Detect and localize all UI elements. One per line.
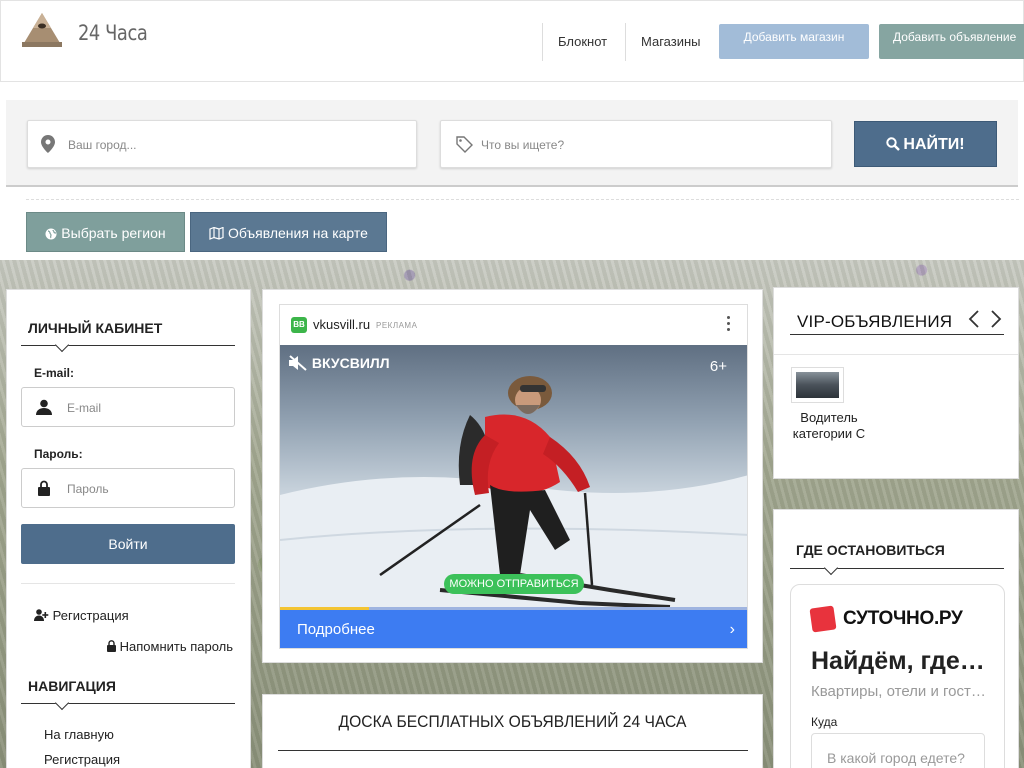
stay-panel: Где остановиться СУТОЧНО.РУ Найдём, где … (773, 509, 1019, 768)
stay-title: Где остановиться (796, 542, 945, 558)
register-link-label: Регистрация (52, 608, 129, 623)
nav-divider (625, 23, 626, 61)
ad-favicon: ВВ (291, 317, 307, 333)
map-icon (209, 226, 224, 240)
location-pin-icon (41, 135, 55, 153)
title-rule (21, 703, 235, 704)
ad-brand-name: ВКУСВИЛЛ (288, 355, 390, 371)
skier-illustration (280, 376, 747, 607)
city-placeholder: Ваш город... (68, 138, 137, 152)
add-shop-button[interactable]: Добавить магазин (719, 24, 869, 59)
mute-icon (289, 355, 307, 371)
query-placeholder: Что вы ищете? (481, 138, 565, 152)
lock-icon (107, 640, 116, 652)
email-label: E-mail: (34, 366, 75, 380)
nav-home-link[interactable]: На главную (44, 727, 114, 742)
account-panel: Личный кабинет E-mail: E-mail Пароль: Па… (6, 289, 251, 768)
search-button[interactable]: НАЙТИ! (854, 121, 997, 167)
lock-icon (38, 480, 50, 496)
stay-heading: Найдём, где остановиться (811, 647, 989, 675)
nav-notebook-link[interactable]: Блокнот (558, 34, 607, 49)
where-label: Куда (811, 715, 838, 729)
where-input[interactable]: В какой город едете? (811, 733, 985, 768)
email-placeholder: E-mail (67, 401, 102, 415)
city-input[interactable]: Ваш город... (27, 120, 417, 168)
vip-item-thumbnail[interactable] (791, 367, 844, 403)
remind-password-link[interactable]: Напомнить пароль (107, 639, 233, 654)
tags-icon (456, 136, 473, 153)
title-rule (21, 345, 235, 346)
select-region-label: Выбрать регион (61, 225, 166, 241)
nav-shops-link[interactable]: Магазины (641, 34, 701, 49)
board-title: ДОСКА БЕСПЛАТНЫХ ОБЪЯВЛЕНИЙ 24 ЧАСА (338, 712, 687, 731)
chevron-right-icon[interactable] (990, 310, 1002, 334)
title-rule (278, 750, 748, 751)
navigation-title: Навигация (28, 678, 116, 694)
password-label: Пароль: (34, 447, 83, 461)
account-title: Личный кабинет (28, 320, 163, 336)
add-ad-button[interactable]: Добавить объявление (879, 24, 1024, 59)
title-rule (790, 568, 1004, 569)
title-notch (823, 560, 839, 576)
add-user-icon (34, 609, 49, 621)
register-link[interactable]: Регистрация (34, 608, 129, 623)
globe-icon (45, 228, 57, 240)
ad-brand-text: ВКУСВИЛЛ (311, 355, 390, 371)
title-notch (54, 337, 70, 353)
sutochno-logo[interactable]: СУТОЧНО.РУ (843, 608, 963, 630)
ad-domain[interactable]: vkusvill.ru (313, 317, 370, 332)
truck-photo (796, 372, 839, 398)
user-icon (36, 399, 52, 415)
email-field[interactable]: E-mail (21, 387, 235, 427)
board-panel: ДОСКА БЕСПЛАТНЫХ ОБЪЯВЛЕНИЙ 24 ЧАСА (262, 694, 763, 768)
divider (774, 354, 1018, 355)
logo-pyramid-icon[interactable] (21, 11, 63, 49)
site-name[interactable]: 24 Часа (78, 21, 148, 45)
more-options-icon[interactable] (727, 316, 731, 334)
vip-panel: VIP-ОБЪЯВЛЕНИЯ Водитель категории С (773, 287, 1019, 479)
ad-image[interactable]: ВКУСВИЛЛ 6+ МОЖНО ОТПРАВИТЬСЯ (280, 345, 747, 607)
title-notch (54, 695, 70, 711)
remind-password-label: Напомнить пароль (119, 639, 234, 654)
nav-divider (542, 23, 543, 61)
query-input[interactable]: Что вы ищете? (440, 120, 832, 168)
divider (21, 583, 235, 584)
ad-age-rating: 6+ (709, 358, 727, 375)
vip-item-caption[interactable]: Водитель категории С (784, 410, 874, 442)
password-field[interactable]: Пароль (21, 468, 235, 508)
search-icon (886, 137, 901, 151)
where-placeholder: В какой город едете? (827, 750, 965, 766)
ads-on-map-button[interactable]: Объявления на карте (190, 212, 387, 252)
chevron-right-icon: › (729, 621, 735, 638)
sutochno-logo-icon (809, 605, 837, 633)
search-button-label: НАЙТИ! (903, 136, 965, 153)
ads-on-map-label: Объявления на карте (227, 225, 368, 241)
ad-cta-pill[interactable]: МОЖНО ОТПРАВИТЬСЯ (444, 574, 584, 594)
search-bar: Ваш город... Что вы ищете? НАЙТИ! (6, 100, 1018, 187)
ad-label: РЕКЛАМА (376, 321, 418, 330)
site-header: 24 Часа Блокнот Магазины Добавить магази… (0, 0, 1024, 82)
vip-title: VIP-ОБЪЯВЛЕНИЯ (797, 312, 953, 331)
ad-panel: ВВ vkusvill.ru РЕКЛАМА ВКУСВИЛЛ 6+ МОЖНО… (262, 289, 763, 663)
ad-more-label: Подробнее (297, 621, 375, 638)
stay-subheading: Квартиры, отели и гостиницы (811, 683, 987, 700)
sutochno-widget: СУТОЧНО.РУ Найдём, где остановиться Квар… (790, 584, 1005, 768)
nav-register-link[interactable]: Регистрация (44, 752, 120, 767)
ad-banner[interactable]: ВВ vkusvill.ru РЕКЛАМА ВКУСВИЛЛ 6+ МОЖНО… (279, 304, 748, 649)
title-rule (790, 334, 1004, 335)
password-placeholder: Пароль (67, 482, 109, 496)
ad-header: ВВ vkusvill.ru РЕКЛАМА (280, 305, 747, 345)
divider (26, 199, 1019, 200)
ad-more-button[interactable]: Подробнее › (280, 610, 747, 648)
login-button[interactable]: Войти (21, 524, 235, 564)
select-region-button[interactable]: Выбрать регион (26, 212, 185, 252)
chevron-left-icon[interactable] (968, 310, 980, 334)
